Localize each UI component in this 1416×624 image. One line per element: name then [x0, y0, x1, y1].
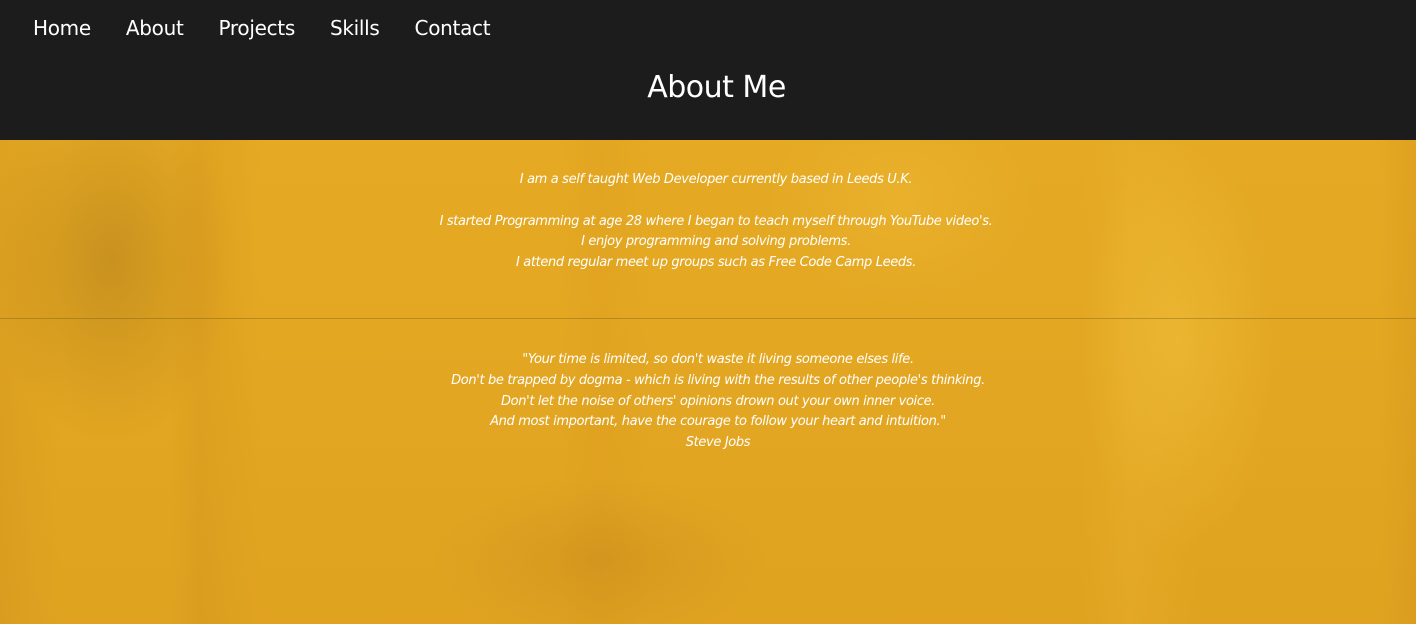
section-divider: [0, 318, 1416, 319]
quote-line: "Your time is limited, so don't waste it…: [522, 352, 914, 367]
nav-item-contact[interactable]: Contact: [415, 14, 491, 42]
about-section: I am a self taught Web Developer current…: [0, 140, 1416, 624]
quote-line: And most important, have the courage to …: [490, 414, 946, 430]
nav-item-projects[interactable]: Projects: [219, 14, 296, 42]
quote-line: Don't let the noise of others' opinions …: [500, 393, 936, 409]
quote-author: Steve Jobs: [685, 435, 751, 451]
nav-item-about[interactable]: About: [126, 14, 184, 42]
site-header: Home About Projects Skills Contact About…: [0, 0, 1416, 140]
about-text: I am a self taught Web Developer current…: [0, 170, 1416, 274]
nav-item-skills[interactable]: Skills: [330, 14, 380, 42]
about-line: I enjoy programming and solving problems…: [581, 234, 851, 250]
main-nav: Home About Projects Skills Contact: [33, 14, 525, 42]
about-intro: I am a self taught Web Developer current…: [519, 172, 913, 187]
quote-block: "Your time is limited, so don't waste it…: [0, 350, 1416, 454]
about-line: I started Programming at age 28 where I …: [439, 213, 993, 229]
page-title: About Me: [647, 70, 786, 105]
quote-line: Don't be trapped by dogma - which is liv…: [451, 372, 985, 388]
nav-item-home[interactable]: Home: [33, 14, 91, 42]
about-line: I attend regular meet up groups such as …: [515, 255, 916, 271]
